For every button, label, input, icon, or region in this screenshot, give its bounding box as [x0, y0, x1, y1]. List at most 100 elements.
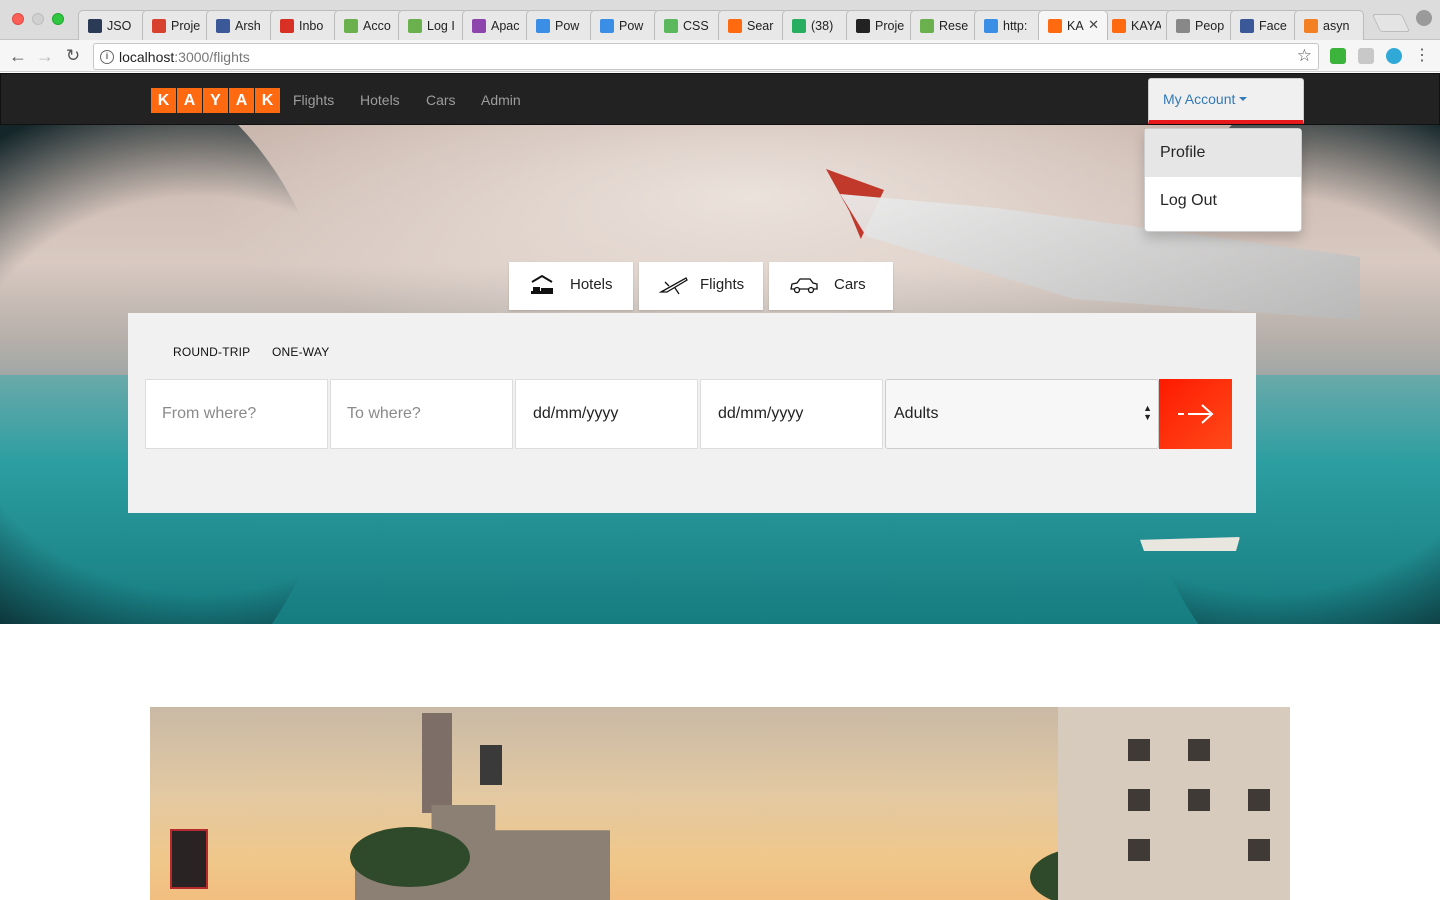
car-icon [790, 278, 818, 294]
extension-icon[interactable] [1358, 48, 1374, 64]
browser-tab[interactable]: Rese [910, 10, 980, 40]
browser-tab[interactable]: KA ✕ [1038, 10, 1108, 40]
browser-tab-label: KAYA [1131, 19, 1161, 33]
forward-arrow-icon[interactable]: → [34, 45, 56, 67]
select-arrows-icon: ▲ ▼ [1143, 403, 1152, 422]
tab-hotels[interactable]: Hotels [509, 262, 633, 310]
browser-tab[interactable]: KAYA [1102, 10, 1172, 40]
to-placeholder: To where? [347, 405, 421, 422]
browser-tab-label: Pow [619, 19, 644, 33]
flight-search-panel: ROUND-TRIP ONE-WAY From where? To where?… [128, 313, 1256, 513]
browser-tab[interactable]: (38) [782, 10, 852, 40]
maximize-window-button[interactable] [52, 13, 64, 25]
browser-tab-label: (38) [811, 19, 834, 33]
cors-extension-icon[interactable] [1330, 48, 1346, 64]
travelers-value: Adults [894, 405, 939, 422]
browser-tab[interactable]: http: [974, 10, 1044, 40]
browser-tab[interactable]: Arsh [206, 10, 276, 40]
extension-icon[interactable] [1386, 48, 1402, 64]
browser-tab-label: Inbo [299, 19, 324, 33]
browser-tab[interactable]: Acco [334, 10, 404, 40]
dropdown-item-profile[interactable]: Profile [1145, 129, 1301, 177]
browser-tab[interactable]: Pow [590, 10, 660, 40]
browser-tab-label: Acco [363, 19, 391, 33]
to-input[interactable]: To where? [330, 379, 513, 449]
one-way-option[interactable]: ONE-WAY [272, 345, 329, 359]
reload-icon[interactable]: ↻ [62, 45, 84, 67]
my-account-dropdown-button[interactable]: My Account [1148, 78, 1304, 124]
counter-icon [792, 19, 806, 33]
browser-tab[interactable]: Inbo [270, 10, 340, 40]
browser-tab-label: Sear [747, 19, 774, 33]
site-info-icon[interactable]: i [100, 50, 114, 64]
browser-tab-label: Pow [555, 19, 580, 33]
minimize-window-button[interactable] [32, 13, 44, 25]
kayak-icon [1112, 19, 1126, 33]
facebook-icon [216, 19, 230, 33]
logo-letter: Y [203, 88, 228, 113]
return-date-input[interactable]: dd/mm/yyyy [700, 379, 883, 449]
browser-tab-label: Proje [171, 19, 201, 33]
p-icon [984, 19, 998, 33]
browser-tab[interactable]: Proje [846, 10, 916, 40]
kayak-icon [728, 19, 742, 33]
bookmark-star-icon[interactable]: ☆ [1297, 46, 1312, 66]
browser-tab[interactable]: Proje [142, 10, 212, 40]
airplane-icon [659, 277, 688, 295]
nav-link-flights[interactable]: Flights [293, 92, 334, 108]
stackoverflow-icon [1304, 19, 1318, 33]
browser-tab[interactable]: Face [1230, 10, 1300, 40]
search-submit-button[interactable] [1159, 379, 1232, 449]
logo-letter: A [177, 88, 202, 113]
browser-tab-bar: JSO Proje Arsh Inbo Acco Log I Apac Pow Pow CSS Se… [0, 0, 1440, 40]
round-trip-option[interactable]: ROUND-TRIP [173, 345, 250, 359]
browser-tab-label: Proje [875, 19, 905, 33]
logo-letter: K [151, 88, 176, 113]
address-url[interactable]: localhost:3000/flights [119, 49, 250, 65]
kayak-logo[interactable]: K A Y A K [151, 88, 281, 113]
browser-profile-icon[interactable] [1416, 10, 1432, 26]
browser-tab[interactable]: Pow [526, 10, 596, 40]
nav-link-admin[interactable]: Admin [481, 92, 521, 108]
caret-down-icon [1239, 97, 1247, 101]
browser-tab[interactable]: JSO [78, 10, 148, 40]
browser-tabs: JSO Proje Arsh Inbo Acco Log I Apac Pow Pow CSS Se… [78, 6, 1378, 40]
browser-tab-label: Face [1259, 19, 1287, 33]
nav-link-hotels[interactable]: Hotels [360, 92, 400, 108]
gmail-icon [280, 19, 294, 33]
p-icon [600, 19, 614, 33]
dropdown-item-logout[interactable]: Log Out [1145, 177, 1301, 225]
logo-letter: K [255, 88, 280, 113]
close-tab-icon[interactable]: ✕ [1088, 17, 1099, 33]
browser-tab[interactable]: Peop [1166, 10, 1236, 40]
page: K A Y A K Flights Hotels Cars Admin My A… [0, 73, 1440, 900]
browser-tab-label: Log I [427, 19, 455, 33]
browser-tab-label: CSS [683, 19, 709, 33]
logo-letter: A [229, 88, 254, 113]
close-window-button[interactable] [12, 13, 24, 25]
browser-tab-label: Peop [1195, 19, 1225, 33]
arrow-right-icon [1178, 404, 1214, 424]
browser-tab[interactable]: asyn [1294, 10, 1364, 40]
tab-flights[interactable]: Flights [639, 262, 763, 310]
tab-cars[interactable]: Cars [769, 262, 893, 310]
github-icon [856, 19, 870, 33]
address-bar[interactable]: i localhost:3000/flights ☆ [93, 43, 1319, 70]
kayak-icon [1048, 19, 1062, 33]
travelers-select[interactable]: Adults ▲ ▼ [885, 379, 1159, 449]
browser-tab[interactable]: CSS [654, 10, 724, 40]
browser-tab-label: Arsh [235, 19, 261, 33]
browser-tab-label: JSO [107, 19, 132, 33]
facebook-icon [1240, 19, 1254, 33]
recycle-icon [408, 19, 422, 33]
nav-link-cars[interactable]: Cars [426, 92, 456, 108]
browser-tab[interactable]: Apac [462, 10, 532, 40]
browser-menu-icon[interactable]: ⋮ [1411, 45, 1433, 67]
browser-tab[interactable]: Sear [718, 10, 788, 40]
depart-date-input[interactable]: dd/mm/yyyy [515, 379, 698, 449]
json-icon [88, 19, 102, 33]
back-arrow-icon[interactable]: ← [7, 45, 29, 67]
from-input[interactable]: From where? [145, 379, 328, 449]
css-icon [664, 19, 678, 33]
browser-tab[interactable]: Log I [398, 10, 468, 40]
